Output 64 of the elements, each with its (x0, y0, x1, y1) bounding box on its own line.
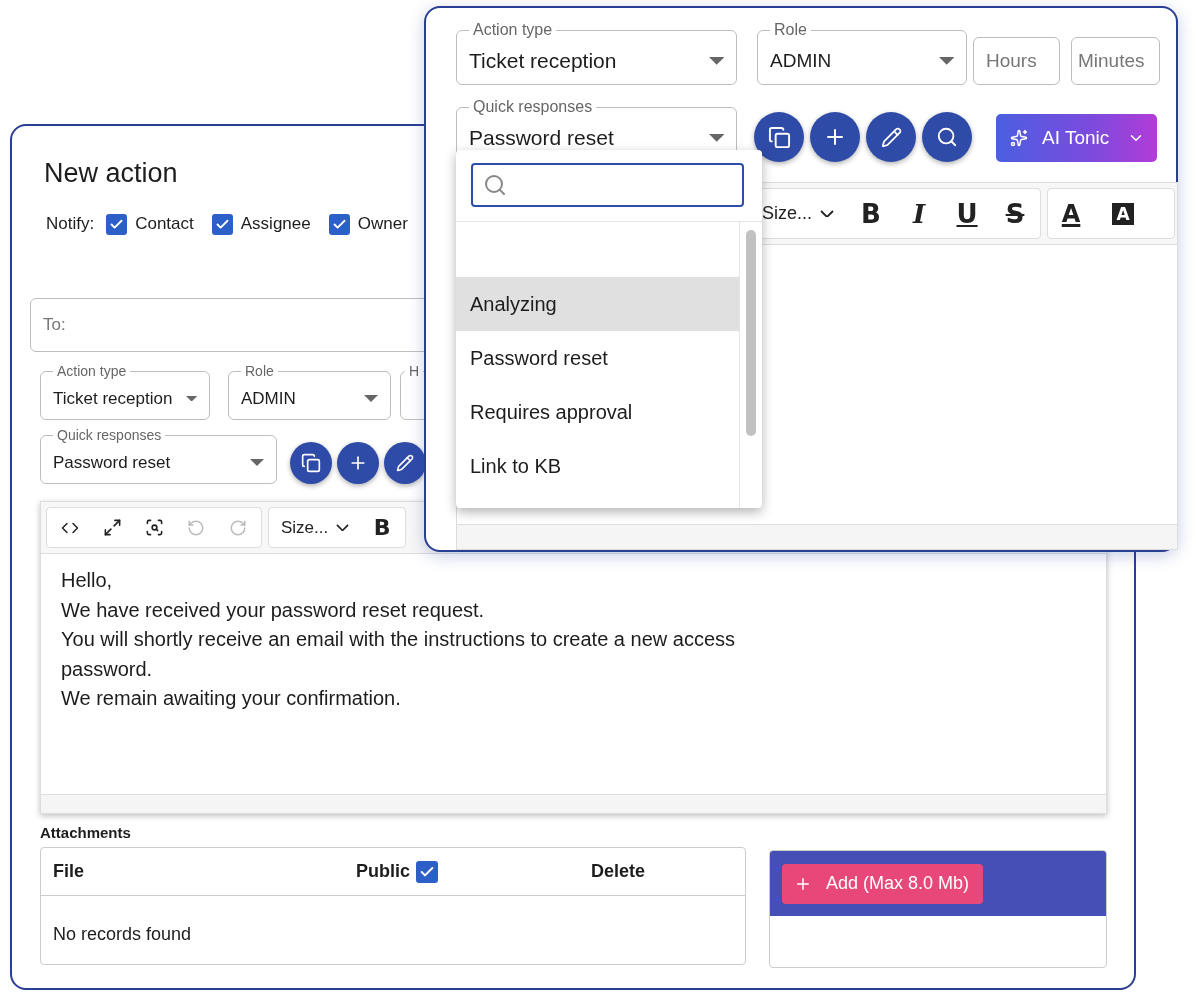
body-text: You will shortly receive an email with the instructions to create a new access password. (61, 627, 737, 682)
column-header: Delete (591, 861, 646, 882)
checkbox[interactable] (106, 213, 128, 235)
expand-icon (102, 518, 122, 537)
undo-icon (187, 518, 205, 537)
caret-icon (364, 395, 378, 402)
notify-label: Notify: (46, 214, 95, 234)
window-title: New action (44, 157, 178, 190)
size-dropdown[interactable]: Size... (281, 512, 350, 543)
caret-icon (708, 57, 724, 65)
select-field[interactable]: Role ADMIN (228, 364, 391, 420)
pencil-icon (396, 454, 414, 472)
column-header: File (53, 861, 84, 882)
preview-icon (144, 518, 164, 537)
column-header: Public (356, 861, 410, 882)
search-button[interactable] (922, 112, 972, 162)
edit-button[interactable] (384, 442, 426, 484)
attachments-title: Attachments (40, 824, 131, 841)
checkbox[interactable] (416, 860, 438, 883)
hours-field[interactable]: Hours (973, 37, 1060, 85)
redo-icon (229, 518, 247, 537)
upload-button[interactable]: Add (Max 8.0 Mb) (782, 863, 984, 904)
checkbox[interactable] (328, 213, 350, 235)
scrollbar-thumb[interactable] (746, 230, 756, 436)
search-icon (483, 173, 507, 197)
italic-button[interactable]: I (908, 198, 931, 229)
chevron-icon (820, 209, 835, 218)
select-field[interactable]: Action type Ticket reception (456, 22, 737, 85)
select-field[interactable]: Quick responses Password reset (40, 428, 277, 484)
ai-button[interactable]: AI Tonic (996, 114, 1157, 162)
body-text: We remain awaiting your confirmation. (61, 686, 402, 711)
caret-icon (250, 459, 264, 466)
highlight-button[interactable]: A (1112, 202, 1135, 225)
caret-icon (938, 57, 954, 65)
caret-icon (185, 395, 197, 402)
checkbox[interactable] (211, 213, 233, 235)
chevron-icon (336, 523, 350, 532)
dropdown-item[interactable]: Analyzing (456, 277, 739, 331)
search-icon (936, 126, 958, 148)
underline-button[interactable]: U (956, 198, 979, 229)
body-text: Hello, (61, 568, 114, 593)
select-field[interactable]: Role ADMIN (757, 22, 967, 85)
bold-button[interactable]: B (860, 198, 883, 229)
add-button[interactable] (337, 442, 379, 484)
body-text: We have received your password reset request. (61, 597, 486, 623)
search-field[interactable] (471, 163, 744, 207)
copy-icon (767, 125, 791, 149)
minutes-field[interactable]: Minutes (1071, 37, 1160, 85)
select-field[interactable]: Action type Ticket reception (40, 364, 210, 420)
checkbox-label: Owner (357, 214, 408, 234)
strike-button[interactable]: S (1004, 198, 1027, 229)
bold-button[interactable]: B (371, 512, 394, 543)
edit-button[interactable] (866, 112, 916, 162)
add-button[interactable] (810, 112, 860, 162)
copy-button[interactable] (290, 442, 332, 484)
empty-message: No records found (53, 924, 192, 945)
copy-button[interactable] (754, 112, 804, 162)
checkbox-label: Contact (135, 214, 194, 234)
checkbox-label: Assignee (240, 214, 311, 234)
caret-icon (708, 134, 724, 142)
size-dropdown[interactable]: Size... (762, 198, 835, 229)
pencil-icon (880, 126, 902, 148)
sparkle-icon (1010, 129, 1028, 147)
copy-icon (301, 453, 321, 473)
